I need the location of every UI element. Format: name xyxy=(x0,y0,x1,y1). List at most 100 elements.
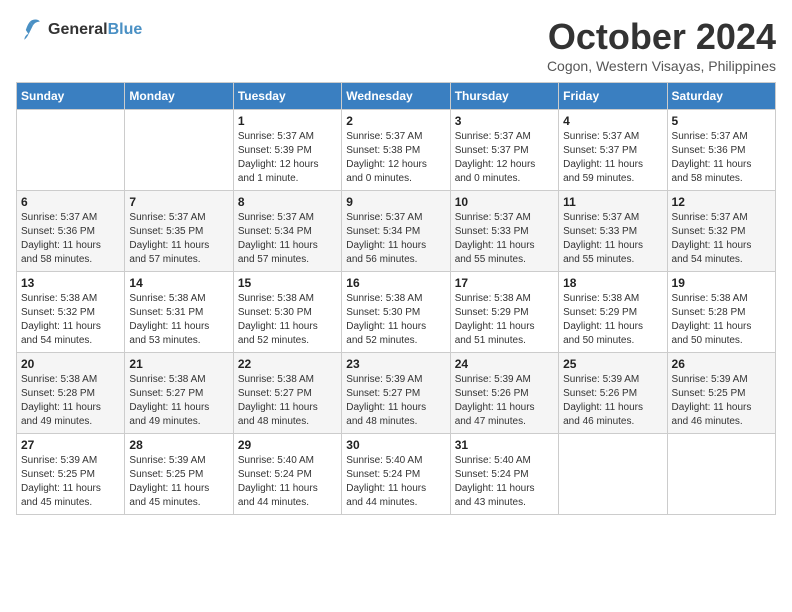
month-title: October 2024 xyxy=(547,16,776,58)
day-number: 18 xyxy=(563,276,662,290)
calendar-cell: 16Sunrise: 5:38 AM Sunset: 5:30 PM Dayli… xyxy=(342,272,450,353)
day-number: 11 xyxy=(563,195,662,209)
day-info: Sunrise: 5:38 AM Sunset: 5:31 PM Dayligh… xyxy=(129,292,228,348)
day-info: Sunrise: 5:38 AM Sunset: 5:28 PM Dayligh… xyxy=(21,373,120,429)
calendar-cell: 10 Sunrise: 5:37 AM Sunset: 5:33 PM Dayli… xyxy=(450,191,558,272)
day-number: 23 xyxy=(346,357,445,371)
day-info: Sunrise: 5:37 AM Sunset: 5:39 PM Dayligh… xyxy=(238,130,337,186)
day-number: 30 xyxy=(346,438,445,452)
day-number: 17 xyxy=(455,276,554,290)
day-info: Sunrise: 5:39 AM Sunset: 5:25 PM Dayligh… xyxy=(21,454,120,510)
calendar-cell: 30 Sunrise: 5:40 AM Sunset: 5:24 PM Dayli… xyxy=(342,434,450,515)
column-header-wednesday: Wednesday xyxy=(342,83,450,110)
day-number: 19 xyxy=(672,276,771,290)
calendar-cell xyxy=(17,110,125,191)
column-header-tuesday: Tuesday xyxy=(233,83,341,110)
day-number: 4 xyxy=(563,114,662,128)
title-block: October 2024 Cogon, Western Visayas, Phi… xyxy=(547,16,776,74)
logo-text: GeneralBlue xyxy=(48,21,142,39)
calendar-cell: 3Sunrise: 5:37 AM Sunset: 5:37 PM Daylig… xyxy=(450,110,558,191)
day-number: 10 xyxy=(455,195,554,209)
calendar-cell: 22 Sunrise: 5:38 AM Sunset: 5:27 PM Dayli… xyxy=(233,353,341,434)
day-number: 20 xyxy=(21,357,120,371)
column-header-sunday: Sunday xyxy=(17,83,125,110)
calendar-cell: 20 Sunrise: 5:38 AM Sunset: 5:28 PM Dayli… xyxy=(17,353,125,434)
day-info: Sunrise: 5:37 AM Sunset: 5:36 PM Dayligh… xyxy=(672,130,771,186)
day-info: Sunrise: 5:40 AM Sunset: 5:24 PM Dayligh… xyxy=(455,454,554,510)
day-info: Sunrise: 5:39 AM Sunset: 5:26 PM Dayligh… xyxy=(563,373,662,429)
calendar-cell: 4 Sunrise: 5:37 AM Sunset: 5:37 PM Daylig… xyxy=(559,110,667,191)
day-number: 7 xyxy=(129,195,228,209)
calendar-week-row: 27 Sunrise: 5:39 AM Sunset: 5:25 PM Dayli… xyxy=(17,434,776,515)
day-info: Sunrise: 5:37 AM Sunset: 5:37 PM Dayligh… xyxy=(563,130,662,186)
day-number: 2 xyxy=(346,114,445,128)
calendar-cell: 15Sunrise: 5:38 AM Sunset: 5:30 PM Dayli… xyxy=(233,272,341,353)
day-info: Sunrise: 5:39 AM Sunset: 5:26 PM Dayligh… xyxy=(455,373,554,429)
day-number: 28 xyxy=(129,438,228,452)
day-number: 21 xyxy=(129,357,228,371)
calendar-cell: 2 Sunrise: 5:37 AM Sunset: 5:38 PM Daylig… xyxy=(342,110,450,191)
day-number: 27 xyxy=(21,438,120,452)
day-info: Sunrise: 5:40 AM Sunset: 5:24 PM Dayligh… xyxy=(238,454,337,510)
day-number: 5 xyxy=(672,114,771,128)
calendar-cell: 5 Sunrise: 5:37 AM Sunset: 5:36 PM Daylig… xyxy=(667,110,775,191)
calendar-table: SundayMondayTuesdayWednesdayThursdayFrid… xyxy=(16,82,776,515)
day-info: Sunrise: 5:37 AM Sunset: 5:36 PM Dayligh… xyxy=(21,211,120,267)
calendar-cell: 21 Sunrise: 5:38 AM Sunset: 5:27 PM Dayli… xyxy=(125,353,233,434)
day-info: Sunrise: 5:38 AM Sunset: 5:30 PM Dayligh… xyxy=(346,292,445,348)
calendar-cell: 28 Sunrise: 5:39 AM Sunset: 5:25 PM Dayli… xyxy=(125,434,233,515)
day-number: 29 xyxy=(238,438,337,452)
day-info: Sunrise: 5:38 AM Sunset: 5:29 PM Dayligh… xyxy=(455,292,554,348)
day-number: 1 xyxy=(238,114,337,128)
calendar-week-row: 1 Sunrise: 5:37 AM Sunset: 5:39 PM Daylig… xyxy=(17,110,776,191)
calendar-header-row: SundayMondayTuesdayWednesdayThursdayFrid… xyxy=(17,83,776,110)
day-number: 8 xyxy=(238,195,337,209)
column-header-monday: Monday xyxy=(125,83,233,110)
day-info: Sunrise: 5:39 AM Sunset: 5:27 PM Dayligh… xyxy=(346,373,445,429)
calendar-cell xyxy=(667,434,775,515)
calendar-cell: 29 Sunrise: 5:40 AM Sunset: 5:24 PM Dayli… xyxy=(233,434,341,515)
day-info: Sunrise: 5:37 AM Sunset: 5:38 PM Dayligh… xyxy=(346,130,445,186)
day-number: 22 xyxy=(238,357,337,371)
day-info: Sunrise: 5:39 AM Sunset: 5:25 PM Dayligh… xyxy=(129,454,228,510)
calendar-cell: 8 Sunrise: 5:37 AM Sunset: 5:34 PM Daylig… xyxy=(233,191,341,272)
column-header-thursday: Thursday xyxy=(450,83,558,110)
day-info: Sunrise: 5:39 AM Sunset: 5:25 PM Dayligh… xyxy=(672,373,771,429)
day-number: 12 xyxy=(672,195,771,209)
calendar-cell: 26 Sunrise: 5:39 AM Sunset: 5:25 PM Dayli… xyxy=(667,353,775,434)
calendar-cell xyxy=(559,434,667,515)
calendar-week-row: 20 Sunrise: 5:38 AM Sunset: 5:28 PM Dayli… xyxy=(17,353,776,434)
day-number: 31 xyxy=(455,438,554,452)
calendar-week-row: 13Sunrise: 5:38 AM Sunset: 5:32 PM Dayli… xyxy=(17,272,776,353)
day-info: Sunrise: 5:37 AM Sunset: 5:34 PM Dayligh… xyxy=(238,211,337,267)
calendar-cell: 9Sunrise: 5:37 AM Sunset: 5:34 PM Daylig… xyxy=(342,191,450,272)
calendar-week-row: 6Sunrise: 5:37 AM Sunset: 5:36 PM Daylig… xyxy=(17,191,776,272)
day-number: 14 xyxy=(129,276,228,290)
day-info: Sunrise: 5:38 AM Sunset: 5:32 PM Dayligh… xyxy=(21,292,120,348)
calendar-cell: 18 Sunrise: 5:38 AM Sunset: 5:29 PM Dayli… xyxy=(559,272,667,353)
calendar-cell: 6Sunrise: 5:37 AM Sunset: 5:36 PM Daylig… xyxy=(17,191,125,272)
day-info: Sunrise: 5:38 AM Sunset: 5:29 PM Dayligh… xyxy=(563,292,662,348)
calendar-cell: 31 Sunrise: 5:40 AM Sunset: 5:24 PM Dayli… xyxy=(450,434,558,515)
day-number: 24 xyxy=(455,357,554,371)
day-info: Sunrise: 5:37 AM Sunset: 5:32 PM Dayligh… xyxy=(672,211,771,267)
column-header-friday: Friday xyxy=(559,83,667,110)
logo-icon xyxy=(16,16,44,44)
calendar-cell: 27 Sunrise: 5:39 AM Sunset: 5:25 PM Dayli… xyxy=(17,434,125,515)
calendar-cell: 25Sunrise: 5:39 AM Sunset: 5:26 PM Dayli… xyxy=(559,353,667,434)
day-info: Sunrise: 5:37 AM Sunset: 5:35 PM Dayligh… xyxy=(129,211,228,267)
day-info: Sunrise: 5:40 AM Sunset: 5:24 PM Dayligh… xyxy=(346,454,445,510)
calendar-cell: 13Sunrise: 5:38 AM Sunset: 5:32 PM Dayli… xyxy=(17,272,125,353)
day-info: Sunrise: 5:38 AM Sunset: 5:27 PM Dayligh… xyxy=(238,373,337,429)
calendar-cell: 7 Sunrise: 5:37 AM Sunset: 5:35 PM Daylig… xyxy=(125,191,233,272)
day-number: 26 xyxy=(672,357,771,371)
location: Cogon, Western Visayas, Philippines xyxy=(547,58,776,74)
calendar-cell xyxy=(125,110,233,191)
day-info: Sunrise: 5:37 AM Sunset: 5:33 PM Dayligh… xyxy=(563,211,662,267)
day-info: Sunrise: 5:37 AM Sunset: 5:33 PM Dayligh… xyxy=(455,211,554,267)
day-info: Sunrise: 5:38 AM Sunset: 5:28 PM Dayligh… xyxy=(672,292,771,348)
day-info: Sunrise: 5:38 AM Sunset: 5:27 PM Dayligh… xyxy=(129,373,228,429)
calendar-cell: 11 Sunrise: 5:37 AM Sunset: 5:33 PM Dayli… xyxy=(559,191,667,272)
calendar-cell: 1 Sunrise: 5:37 AM Sunset: 5:39 PM Daylig… xyxy=(233,110,341,191)
calendar-cell: 23 Sunrise: 5:39 AM Sunset: 5:27 PM Dayli… xyxy=(342,353,450,434)
